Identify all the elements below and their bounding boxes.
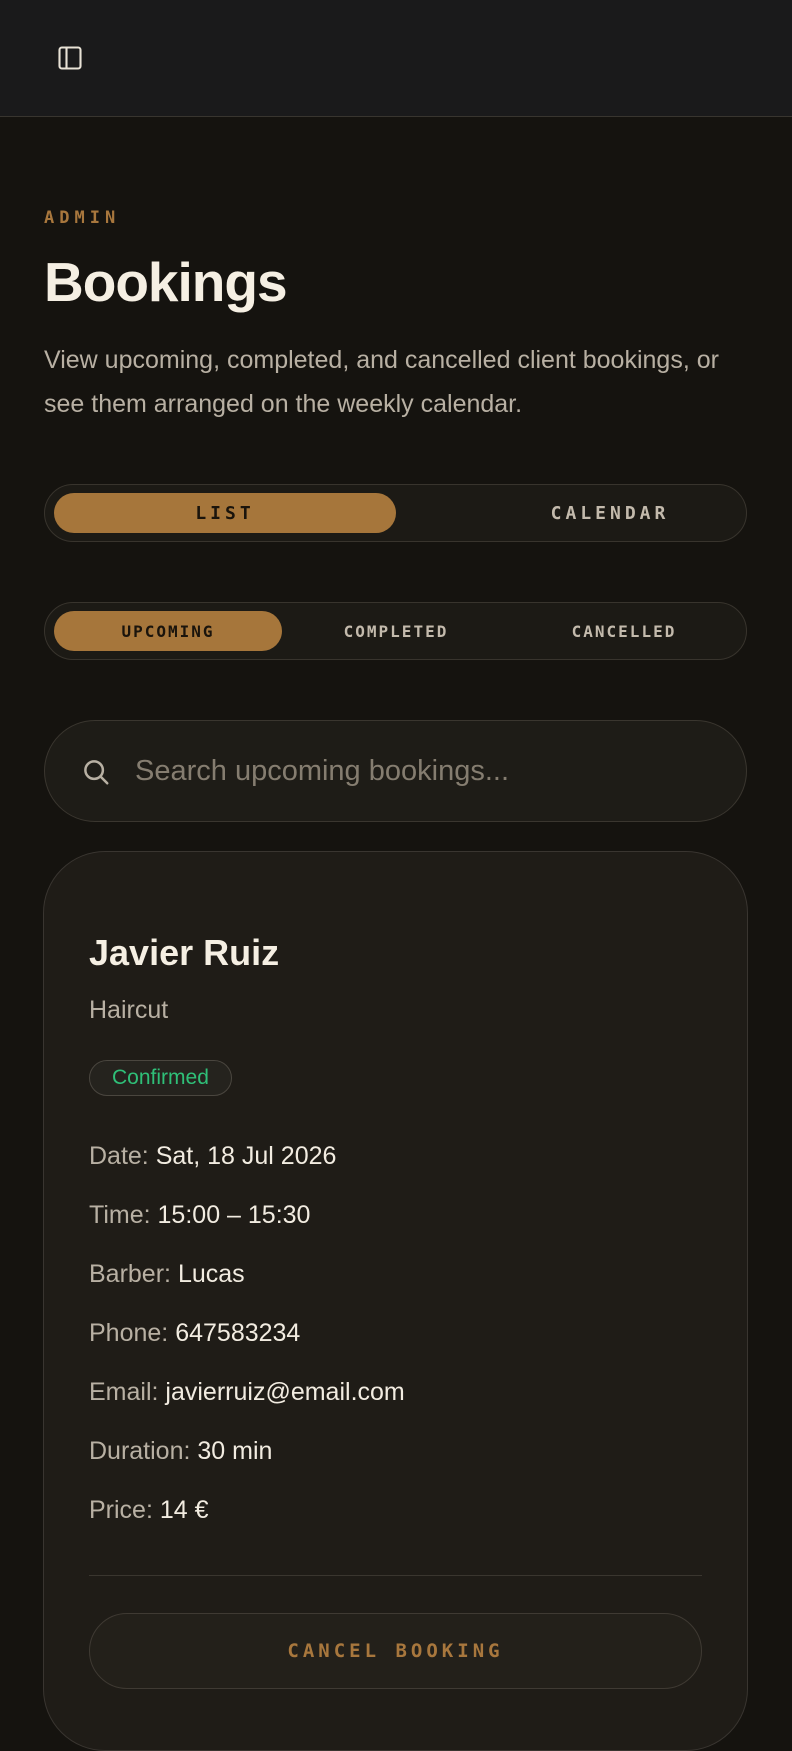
detail-date: Date: Sat, 18 Jul 2026 <box>89 1142 336 1171</box>
detail-value: 15:00 – 15:30 <box>157 1201 311 1229</box>
divider <box>89 1575 702 1576</box>
client-name: Javier Ruiz <box>89 932 280 973</box>
detail-duration: Duration: 30 min <box>89 1437 272 1466</box>
search-icon <box>84 760 109 785</box>
detail-time: Time: 15:00 – 15:30 <box>89 1201 310 1230</box>
search-box <box>44 720 747 822</box>
detail-label: Email: <box>89 1378 159 1406</box>
detail-label: Time: <box>89 1201 151 1229</box>
detail-label: Phone: <box>89 1319 169 1347</box>
detail-phone: Phone: 647583234 <box>89 1319 300 1348</box>
top-bar <box>0 0 792 117</box>
search-input[interactable] <box>135 721 715 821</box>
detail-price: Price: 14 € <box>89 1496 209 1525</box>
service-name: Haircut <box>89 996 169 1024</box>
view-toggle-list[interactable]: LIST <box>54 493 396 533</box>
sidebar-panel-icon <box>58 46 82 70</box>
view-toggle-calendar[interactable]: CALENDAR <box>439 493 781 533</box>
detail-label: Duration: <box>89 1437 191 1465</box>
page-description: View upcoming, completed, and cancelled … <box>44 346 719 418</box>
detail-label: Date: <box>89 1142 149 1170</box>
detail-value: Lucas <box>177 1260 245 1288</box>
detail-value: 647583234 <box>175 1319 301 1347</box>
detail-value: 14 € <box>159 1496 209 1524</box>
page-title: Bookings <box>44 251 288 313</box>
tab-upcoming[interactable]: UPCOMING <box>54 611 282 651</box>
view-toggle: LIST CALENDAR <box>44 484 747 542</box>
detail-label: Barber: <box>89 1260 171 1288</box>
sidebar-toggle-button[interactable] <box>52 40 88 76</box>
booking-card: Javier Ruiz Haircut Confirmed Date: Sat,… <box>43 851 748 1751</box>
detail-email: Email: javierruiz@email.com <box>89 1378 405 1407</box>
status-badge: Confirmed <box>89 1060 232 1096</box>
tab-completed[interactable]: COMPLETED <box>282 611 510 651</box>
status-tabs: UPCOMING COMPLETED CANCELLED <box>44 602 747 660</box>
detail-value: javierruiz@email.com <box>165 1378 405 1406</box>
detail-label: Price: <box>89 1496 153 1524</box>
detail-barber: Barber: Lucas <box>89 1260 245 1289</box>
cancel-booking-button[interactable]: CANCEL BOOKING <box>89 1613 702 1689</box>
tab-cancelled[interactable]: CANCELLED <box>510 611 738 651</box>
page-eyebrow: ADMIN <box>44 208 121 228</box>
detail-value: Sat, 18 Jul 2026 <box>155 1142 337 1170</box>
detail-value: 30 min <box>197 1437 273 1465</box>
